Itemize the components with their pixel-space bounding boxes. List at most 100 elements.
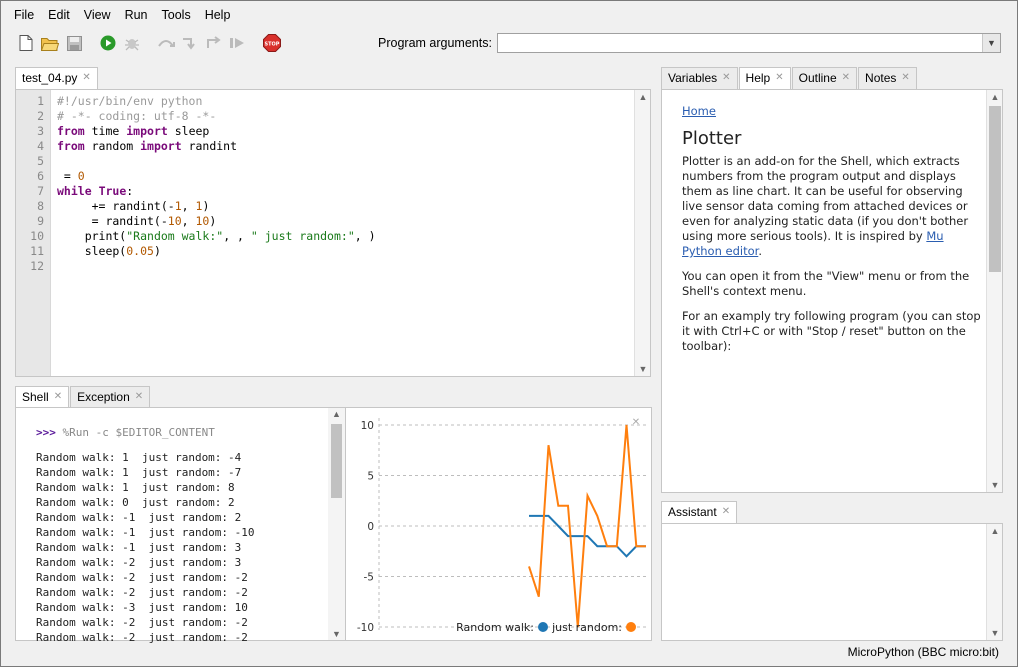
scroll-up-icon[interactable]: ▲ <box>328 409 345 419</box>
tab-exception[interactable]: Exception ✕ <box>70 386 151 408</box>
scroll-thumb[interactable] <box>331 424 342 498</box>
assistant-scrollbar[interactable]: ▲ ▼ <box>986 524 1002 640</box>
line-number: 7 <box>37 184 44 198</box>
editor-scrollbar[interactable]: ▲ ▼ <box>634 90 650 376</box>
scroll-down-icon[interactable]: ▼ <box>635 362 651 376</box>
help-scrollbar[interactable]: ▲ ▼ <box>986 90 1002 492</box>
menu-view[interactable]: View <box>77 6 118 26</box>
close-icon[interactable]: ✕ <box>722 72 730 83</box>
shell-output-line: Random walk: -1 just random: 3 <box>36 541 242 554</box>
help-text: . <box>758 244 762 258</box>
code-line: = 0 <box>57 169 85 183</box>
save-icon <box>66 35 82 51</box>
menu-run[interactable]: Run <box>118 6 155 26</box>
code-editor[interactable]: 1 #!/usr/bin/env python 2 # -*- coding: utf… <box>15 89 651 377</box>
tab-assistant[interactable]: Assistant ✕ <box>661 501 738 523</box>
run-button[interactable] <box>97 32 119 54</box>
code-line: #!/usr/bin/env python <box>57 94 203 108</box>
code-line: from time import sleep <box>57 124 210 138</box>
scroll-up-icon[interactable]: ▲ <box>987 524 1003 538</box>
help-paragraph-3: For an examply try following program (yo… <box>682 309 981 353</box>
close-icon[interactable]: ✕ <box>842 72 850 83</box>
tab-help[interactable]: Help ✕ <box>738 67 791 89</box>
debug-button[interactable] <box>121 32 143 54</box>
menu-edit[interactable]: Edit <box>41 6 77 26</box>
shell-prompt: >>> <box>36 426 56 439</box>
menu-help[interactable]: Help <box>198 6 238 26</box>
tab-variables[interactable]: Variables ✕ <box>661 67 738 89</box>
save-button[interactable] <box>63 32 85 54</box>
tab-label: Notes <box>865 71 897 85</box>
shell-output-line: Random walk: -2 just random: -2 <box>36 586 248 599</box>
step-into-button[interactable] <box>179 32 201 54</box>
step-out-button[interactable] <box>203 32 225 54</box>
plot-svg: 10 5 0 -5 -10 ✕ Random walk: just random: <box>357 417 646 634</box>
tab-label: Help <box>745 71 771 85</box>
close-icon[interactable]: ✕ <box>632 417 640 428</box>
scroll-up-icon[interactable]: ▲ <box>635 90 651 104</box>
help-title: Plotter <box>682 128 742 149</box>
code-line: += randint(-1, 1) <box>57 199 210 213</box>
menu-tools[interactable]: Tools <box>155 6 198 26</box>
code-line: print("Random walk:", , " just random:",… <box>57 229 376 243</box>
stop-icon: STOP <box>263 34 281 52</box>
line-number: 5 <box>37 154 44 168</box>
line-number: 3 <box>37 124 44 138</box>
open-folder-icon <box>41 37 59 51</box>
tab-label: Shell <box>22 390 49 404</box>
menu-file[interactable]: File <box>7 6 41 26</box>
help-panel: Home Plotter Plotter is an add-on for th… <box>661 89 1003 493</box>
dropdown-arrow-icon[interactable]: ▼ <box>982 34 1000 52</box>
tab-test-04[interactable]: test_04.py ✕ <box>15 67 98 89</box>
shell-output-line: Random walk: -2 just random: -2 <box>36 616 248 629</box>
shell-panel[interactable]: >>> %Run -c $EDITOR_CONTENT Random walk:… <box>15 407 345 644</box>
assistant-panel: ▲ ▼ <box>661 523 1003 641</box>
shell-output-line: Random walk: -2 just random: -2 <box>36 631 248 644</box>
step-over-button[interactable] <box>155 32 177 54</box>
y-tick-label: -10 <box>357 622 374 634</box>
code-line: = randint(-10, 10) <box>57 214 217 228</box>
editor-tabbar: test_04.py ✕ <box>15 67 99 89</box>
shell-output-line: Random walk: 0 just random: 2 <box>36 496 235 509</box>
scroll-down-icon[interactable]: ▼ <box>987 626 1003 640</box>
scroll-down-icon[interactable]: ▼ <box>328 629 345 639</box>
status-bar-interpreter[interactable]: MicroPython (BBC micro:bit) <box>848 645 999 659</box>
shell-command: %Run -c $EDITOR_CONTENT <box>62 426 215 439</box>
scroll-down-icon[interactable]: ▼ <box>987 478 1003 492</box>
help-paragraph-1: Plotter is an add-on for the Shell, whic… <box>682 154 982 259</box>
shell-output-line: Random walk: 1 just random: 8 <box>36 481 235 494</box>
code-line: from random import randint <box>57 139 238 153</box>
close-icon[interactable]: ✕ <box>901 72 909 83</box>
close-icon[interactable]: ✕ <box>82 72 90 83</box>
code-line: while True: <box>57 184 134 198</box>
close-icon[interactable]: ✕ <box>135 391 143 402</box>
menu-bar: File Edit View Run Tools Help <box>1 6 237 26</box>
toolbar: STOP <box>15 31 285 55</box>
line-number: 8 <box>37 199 44 213</box>
line-number: 6 <box>37 169 44 183</box>
tab-outline[interactable]: Outline ✕ <box>791 67 858 89</box>
code-line: # -*- coding: utf-8 -*- <box>57 109 217 123</box>
close-icon[interactable]: ✕ <box>722 506 730 517</box>
stop-button[interactable]: STOP <box>261 32 283 54</box>
shell-output-line: Random walk: -3 just random: 10 <box>36 601 248 614</box>
resume-button[interactable] <box>227 32 249 54</box>
close-icon[interactable]: ✕ <box>54 391 62 402</box>
tab-shell[interactable]: Shell ✕ <box>15 386 70 408</box>
shell-output-line: Random walk: -1 just random: 2 <box>36 511 242 524</box>
close-icon[interactable]: ✕ <box>775 72 783 83</box>
tab-label: test_04.py <box>22 71 78 85</box>
line-number: 4 <box>37 139 44 153</box>
open-file-button[interactable] <box>39 32 61 54</box>
run-icon <box>100 35 116 51</box>
legend-label: Random walk: <box>456 621 534 634</box>
svg-text:STOP: STOP <box>265 42 280 48</box>
scroll-up-icon[interactable]: ▲ <box>987 90 1003 104</box>
tab-label: Variables <box>668 71 718 85</box>
tab-notes[interactable]: Notes ✕ <box>858 67 917 89</box>
new-file-button[interactable] <box>15 32 37 54</box>
program-arguments-input[interactable]: ▼ <box>497 33 1001 53</box>
home-link[interactable]: Home <box>682 104 716 118</box>
shell-scrollbar[interactable]: ▲ ▼ <box>328 408 345 640</box>
scroll-thumb[interactable] <box>989 106 1001 272</box>
